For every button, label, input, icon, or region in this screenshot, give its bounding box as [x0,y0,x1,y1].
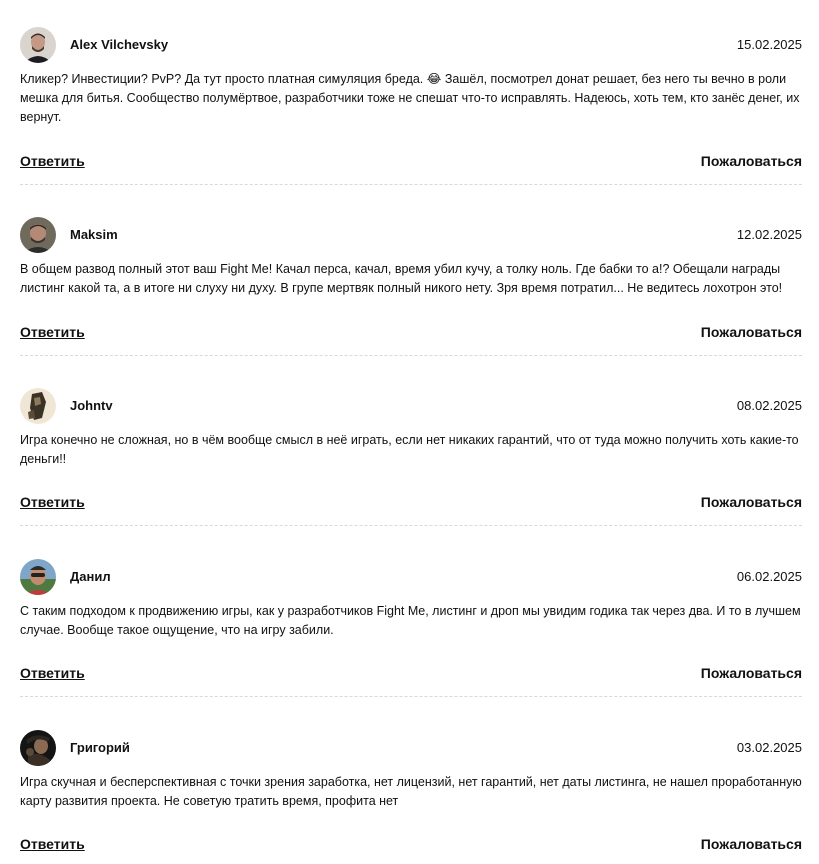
comment-header: Johntv 08.02.2025 [20,388,802,424]
comment-author: Alex Vilchevsky [70,37,169,52]
user-avatar[interactable] [20,559,56,595]
comment-header: Григорий 03.02.2025 [20,730,802,766]
comment-actions: Ответить Пожаловаться [20,664,802,684]
reply-link[interactable]: Ответить [20,323,85,341]
comment-actions: Ответить Пожаловаться [20,323,802,343]
user-avatar[interactable] [20,217,56,253]
comment-text: Игра скучная и бесперспективная с точки … [20,775,802,808]
comment-date: 06.02.2025 [736,569,802,584]
reply-link[interactable]: Ответить [20,835,85,853]
comment-actions: Ответить Пожаловаться [20,493,802,513]
comment-text: Кликер? Инвестиции? PvP? Да тут просто п… [20,72,800,124]
user-avatar[interactable] [20,27,56,63]
reply-link[interactable]: Ответить [20,664,85,682]
comment-date: 12.02.2025 [736,227,802,242]
reply-link[interactable]: Ответить [20,152,85,170]
report-link[interactable]: Пожаловаться [701,835,802,853]
reply-link[interactable]: Ответить [20,493,85,511]
comment-author: Данил [70,569,111,584]
comment-divider [20,525,802,526]
report-link[interactable]: Пожаловаться [701,664,802,682]
user-avatar[interactable] [20,730,56,766]
comment-divider [20,696,802,697]
user-avatar[interactable] [20,388,56,424]
comment-item: Григорий 03.02.2025 Игра скучная и беспе… [20,730,802,811]
report-link[interactable]: Пожаловаться [701,493,802,511]
comment-date: 08.02.2025 [736,398,802,413]
comment-text: С таким подходом к продвижению игры, как… [20,604,801,637]
comment-actions: Ответить Пожаловаться [20,835,802,855]
comment-text: Игра конечно не сложная, но в чём вообще… [20,433,799,466]
comments-list: Alex Vilchevsky 15.02.2025 Кликер? Инвес… [0,0,819,864]
comment-item: Johntv 08.02.2025 Игра конечно не сложна… [20,388,802,469]
comment-text: В общем развод полный этот ваш Fight Me!… [20,262,783,295]
comment-item: Alex Vilchevsky 15.02.2025 Кликер? Инвес… [20,27,802,127]
comment-item: Данил 06.02.2025 С таким подходом к прод… [20,559,802,640]
report-link[interactable]: Пожаловаться [701,152,802,170]
comment-header: Maksim 12.02.2025 [20,217,802,253]
comment-author: Johntv [70,398,113,413]
comment-item: Maksim 12.02.2025 В общем развод полный … [20,217,802,298]
comment-date: 03.02.2025 [736,740,802,755]
comment-author: Maksim [70,227,118,242]
comment-divider [20,184,802,185]
comment-author: Григорий [70,740,130,755]
comment-date: 15.02.2025 [736,37,802,52]
report-link[interactable]: Пожаловаться [701,323,802,341]
comment-header: Alex Vilchevsky 15.02.2025 [20,27,802,63]
comment-divider [20,355,802,356]
comment-actions: Ответить Пожаловаться [20,152,802,172]
comment-header: Данил 06.02.2025 [20,559,802,595]
